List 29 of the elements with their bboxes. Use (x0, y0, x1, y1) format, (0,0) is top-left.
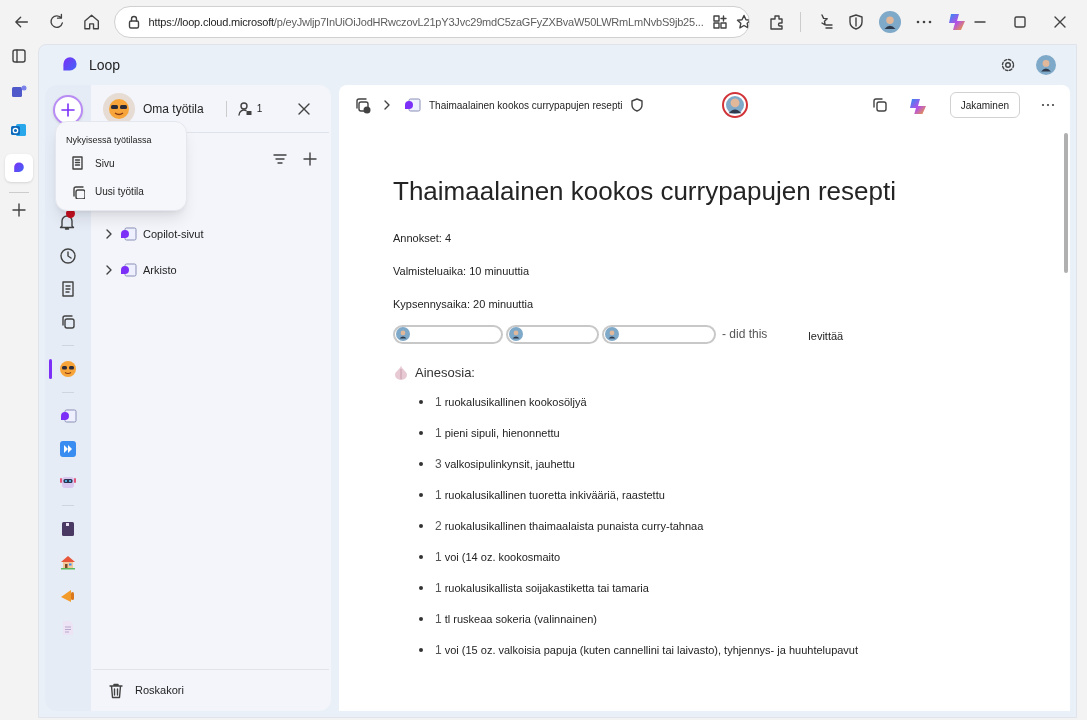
list-item-text: 1 ruokalusikallinen tuoretta inkivääriä, raastettu (435, 487, 665, 503)
app-title: Loop (89, 55, 121, 75)
menu-item[interactable]: Uusi työtila (66, 179, 176, 204)
list-item-text: 3 valkosipulinkynsit, jauhettu (435, 456, 575, 472)
member-count: 1 (256, 102, 263, 116)
address-bar[interactable]: https://loop.cloud.microsoft/p/eyJwljp7InUiOiJodHRwczovL21pY3Jvc29mdC5zaGFyZXBvaW50LWRmLmNvbS9jb25... (113, 6, 750, 38)
body-text: Annokset: 4 (393, 231, 453, 245)
share-button[interactable]: Jakaminen (949, 92, 1020, 118)
list-item-text: 1 tl ruskeaa sokeria (valinnainen) (435, 611, 597, 627)
list-item-text: 1 voi (14 oz. kookosmaito (435, 549, 561, 565)
body-text: Valmisteluaika: 10 minuuttia (393, 264, 531, 278)
body-text: Kypsennysaika: 20 minuuttia (393, 297, 535, 311)
url-text: https://loop.cloud.microsoft/p/eyJwljp7InUiOiJodHRwczovL21pY3Jvc29mdC5zaGFyZXBvaW50LWRmLmNvbS9jb25... (148, 14, 704, 30)
menu-item[interactable]: Sivu (66, 151, 176, 176)
list-item-text: 2 ruokalusikallinen thaimaalaista punaista curry-tahnaa (435, 518, 704, 534)
list-item-text: 1 ruokalusikallinen kookosöljyä (435, 394, 587, 410)
workspace-name[interactable]: Oma työtila (143, 99, 204, 118)
menu-heading: Nykyisessä työtilassa (66, 134, 153, 147)
list-item-text: 1 ruokalusikallista soijakastiketta tai tamaria (435, 580, 649, 596)
section-heading: Ainesosia: (415, 363, 475, 382)
list-item-text: 1 pieni sipuli, hienonnettu (435, 425, 560, 441)
tree-item[interactable]: Arkisto (143, 261, 177, 279)
trash-link[interactable]: Roskakori (135, 682, 184, 699)
body-text: - did this (722, 326, 768, 344)
page-title: Thaimaalainen kookos currypapujen resepti (393, 175, 897, 207)
tree-item[interactable]: Copilot-sivut (143, 225, 204, 243)
list-item-text: 1 voi (15 oz. valkoisia papuja (kuten cannellini tai laivasto), tyhjennys- ja huuhtelupavut (435, 642, 859, 658)
breadcrumb-title[interactable]: Thaimaalainen kookos currypapujen resepti (429, 97, 623, 113)
body-text: levittää (808, 329, 844, 344)
